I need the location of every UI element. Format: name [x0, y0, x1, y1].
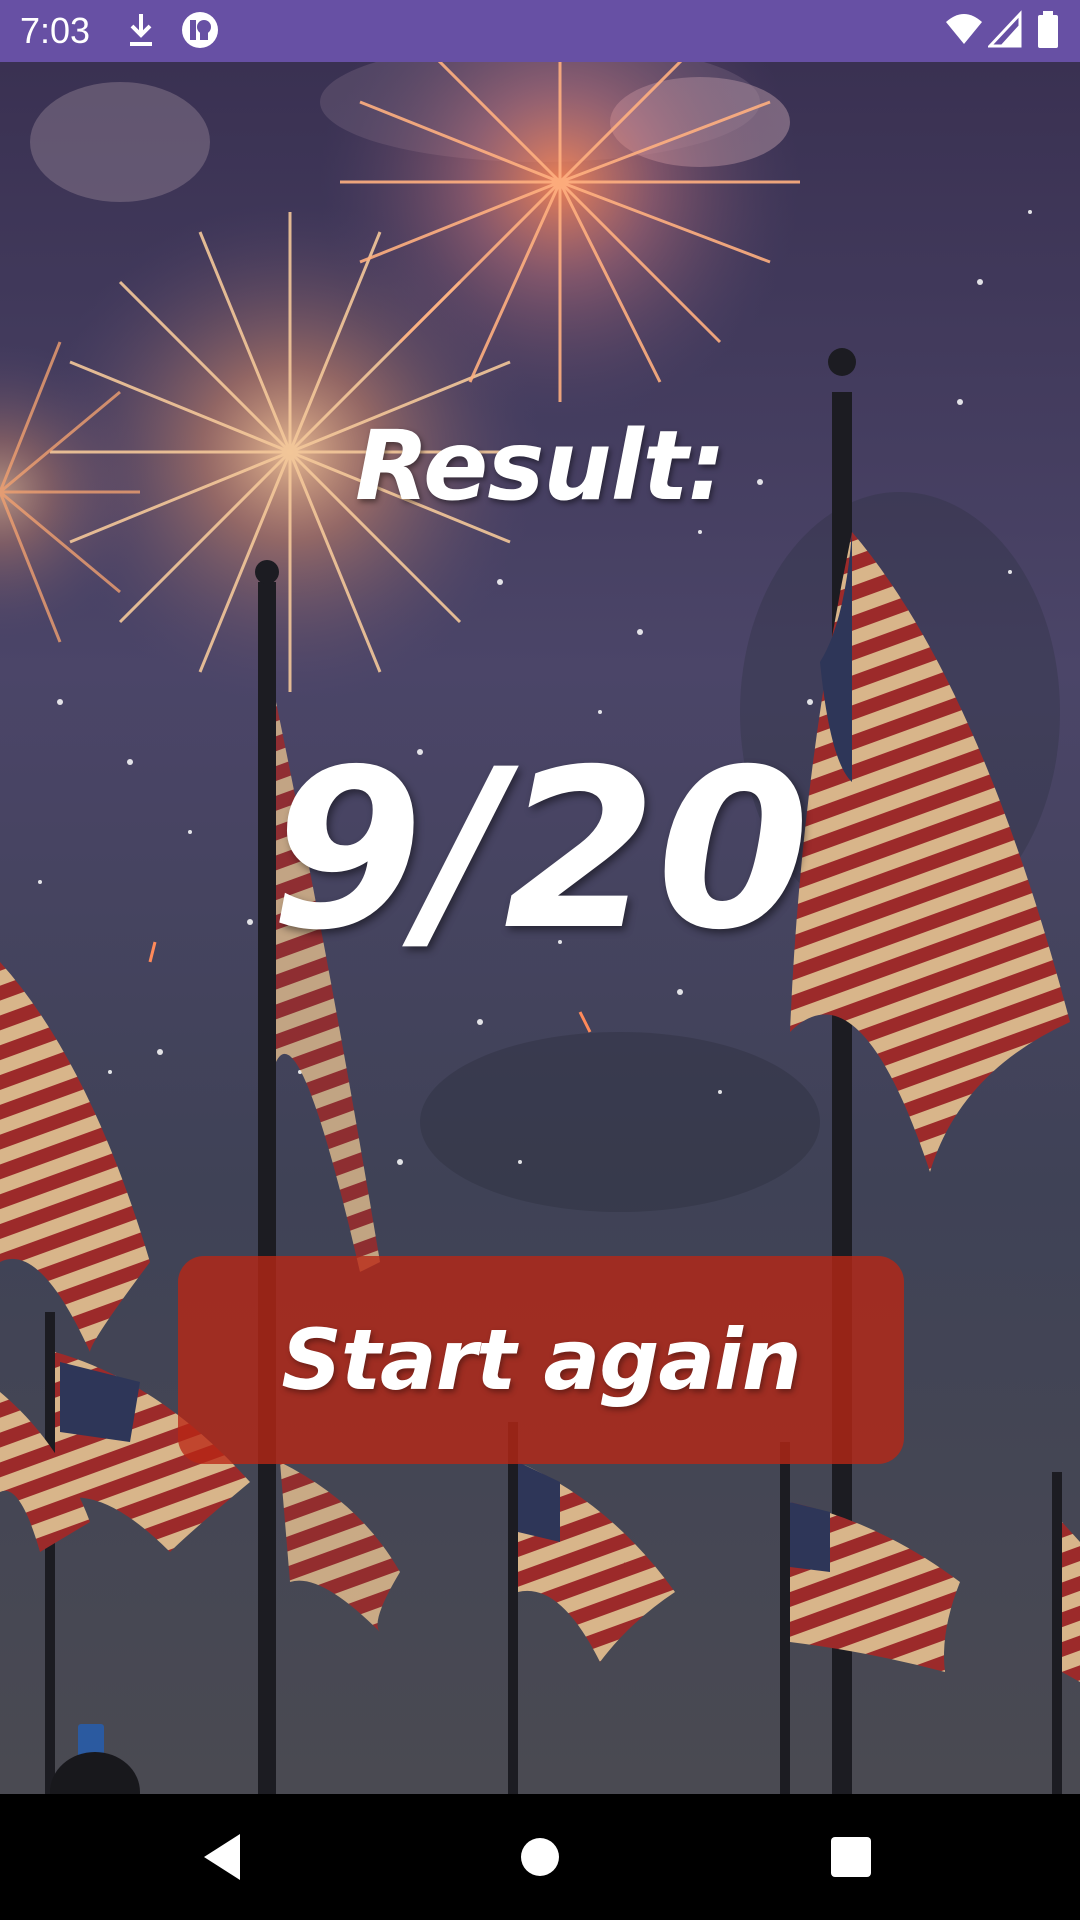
home-icon[interactable] [507, 1824, 573, 1890]
navigation-bar [0, 1794, 1080, 1920]
back-icon[interactable] [192, 1824, 258, 1890]
signal-icon [986, 10, 1022, 54]
status-time: 7:03 [20, 10, 91, 51]
result-label: Result: [355, 410, 726, 522]
battery-icon [1036, 10, 1060, 54]
start-again-button[interactable]: Start again [178, 1256, 904, 1464]
download-icon [126, 10, 156, 54]
status-bar: 7:03 [0, 0, 1080, 62]
recents-icon[interactable] [818, 1824, 884, 1890]
score-value: 9/20 [270, 722, 810, 978]
notification-app-icon [180, 10, 220, 54]
start-again-label: Start again [281, 1311, 801, 1409]
wifi-icon [944, 10, 984, 54]
